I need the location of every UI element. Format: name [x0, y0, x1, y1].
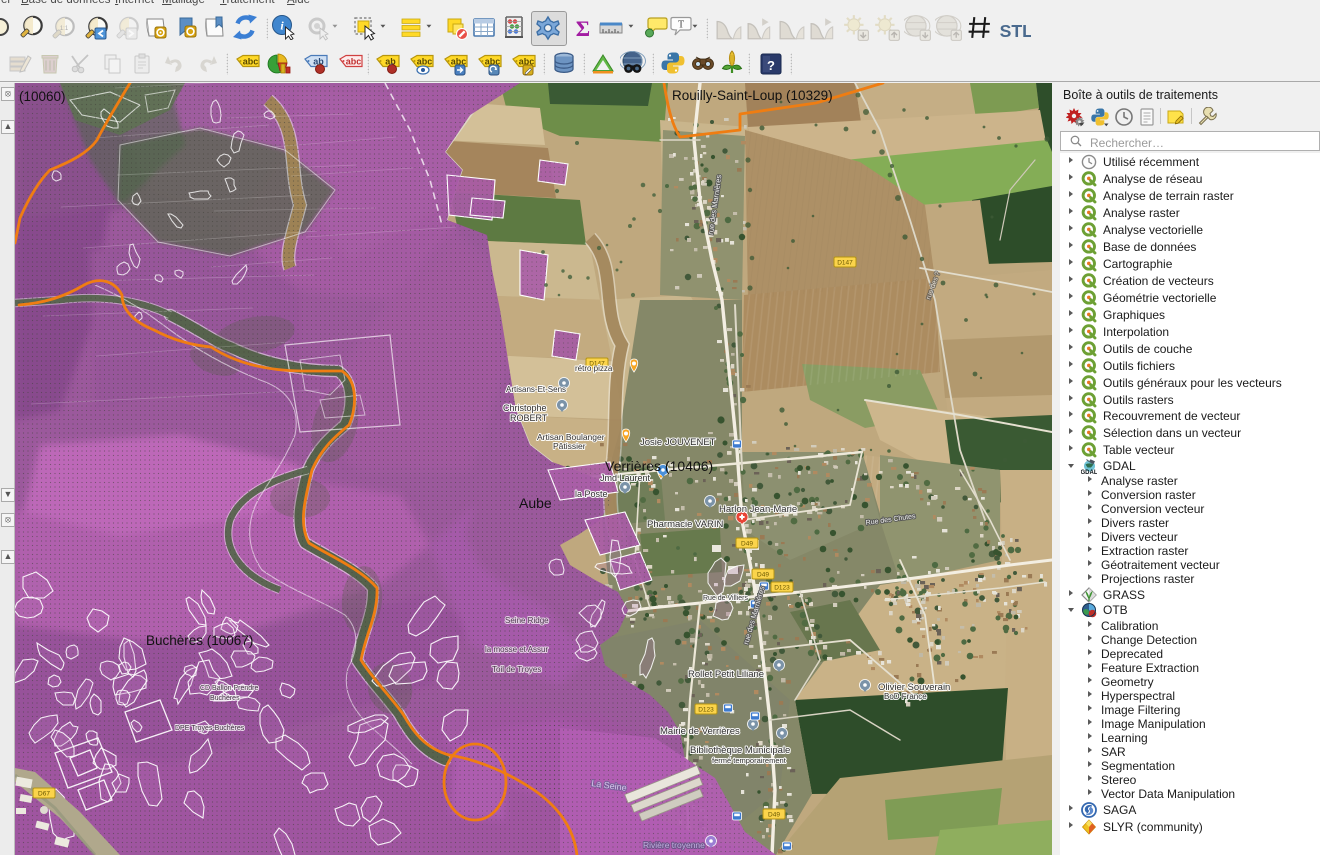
svg-text:1:1: 1:1: [60, 26, 69, 32]
svg-text:D49: D49: [757, 572, 769, 579]
svg-text:Aube: Aube: [519, 495, 552, 511]
svg-text:Jmd Laurent: Jmd Laurent: [600, 473, 651, 483]
svg-text:abc: abc: [243, 57, 259, 67]
svg-text:Harlon Jean-Marie: Harlon Jean-Marie: [719, 504, 797, 515]
svg-text:la mosse et Assur: la mosse et Assur: [485, 645, 548, 654]
svg-text:T: T: [678, 20, 684, 31]
svg-text:STL: STL: [1000, 21, 1031, 41]
svg-text:BoD France: BoD France: [884, 692, 927, 701]
svg-text:?: ?: [767, 58, 775, 73]
svg-text:Rivière troyenne: Rivière troyenne: [643, 840, 705, 850]
svg-text:GDAL: GDAL: [1081, 470, 1097, 474]
svg-text:D67: D67: [38, 791, 50, 798]
svg-text:Rouilly-Saint-Loup (10329): Rouilly-Saint-Loup (10329): [672, 88, 833, 103]
svg-text:Toil de Troyes: Toil de Troyes: [492, 665, 541, 674]
svg-text:CD Ballon Prendre: CD Ballon Prendre: [200, 685, 258, 692]
svg-text:Bibliothèque Municipale: Bibliothèque Municipale: [690, 745, 790, 756]
svg-text:D123: D123: [698, 707, 714, 714]
svg-text:Rollet Petit Liliane: Rollet Petit Liliane: [688, 669, 764, 680]
svg-text:Pâtissier: Pâtissier: [553, 441, 586, 451]
svg-text:D123: D123: [774, 585, 790, 592]
svg-text:Artisans-Et-Sens: Artisans-Et-Sens: [506, 385, 566, 394]
svg-text:Σ: Σ: [576, 16, 590, 41]
svg-text:DPE Troyes-Buchères: DPE Troyes-Buchères: [175, 725, 245, 732]
svg-text:ROBERT: ROBERT: [510, 413, 548, 423]
svg-text:Buchères: Buchères: [210, 695, 240, 702]
svg-text:D147: D147: [837, 260, 853, 267]
svg-text:abc: abc: [346, 57, 362, 67]
svg-text:D49: D49: [741, 541, 753, 548]
svg-text:rétro pizza: rétro pizza: [575, 364, 613, 373]
svg-text:Christophe: Christophe: [503, 403, 547, 413]
svg-text:Mairie de Verrières: Mairie de Verrières: [660, 726, 740, 737]
svg-text:Verrières (10406): Verrières (10406): [605, 458, 713, 474]
svg-text:Seine Ridge: Seine Ridge: [505, 616, 549, 625]
svg-text:Josie JOUVENET: Josie JOUVENET: [640, 437, 716, 448]
svg-text:fermé temporairement: fermé temporairement: [712, 756, 787, 765]
svg-text:(10060): (10060): [19, 89, 66, 104]
svg-text:Pharmacie VARIN: Pharmacie VARIN: [647, 519, 724, 530]
svg-text:abc: abc: [417, 57, 433, 67]
svg-text:Rue de Villiers: Rue de Villiers: [703, 595, 749, 602]
svg-text:D49: D49: [768, 812, 780, 819]
svg-text:la Poste: la Poste: [575, 489, 608, 499]
svg-text:Buchères (10067): Buchères (10067): [146, 633, 253, 648]
